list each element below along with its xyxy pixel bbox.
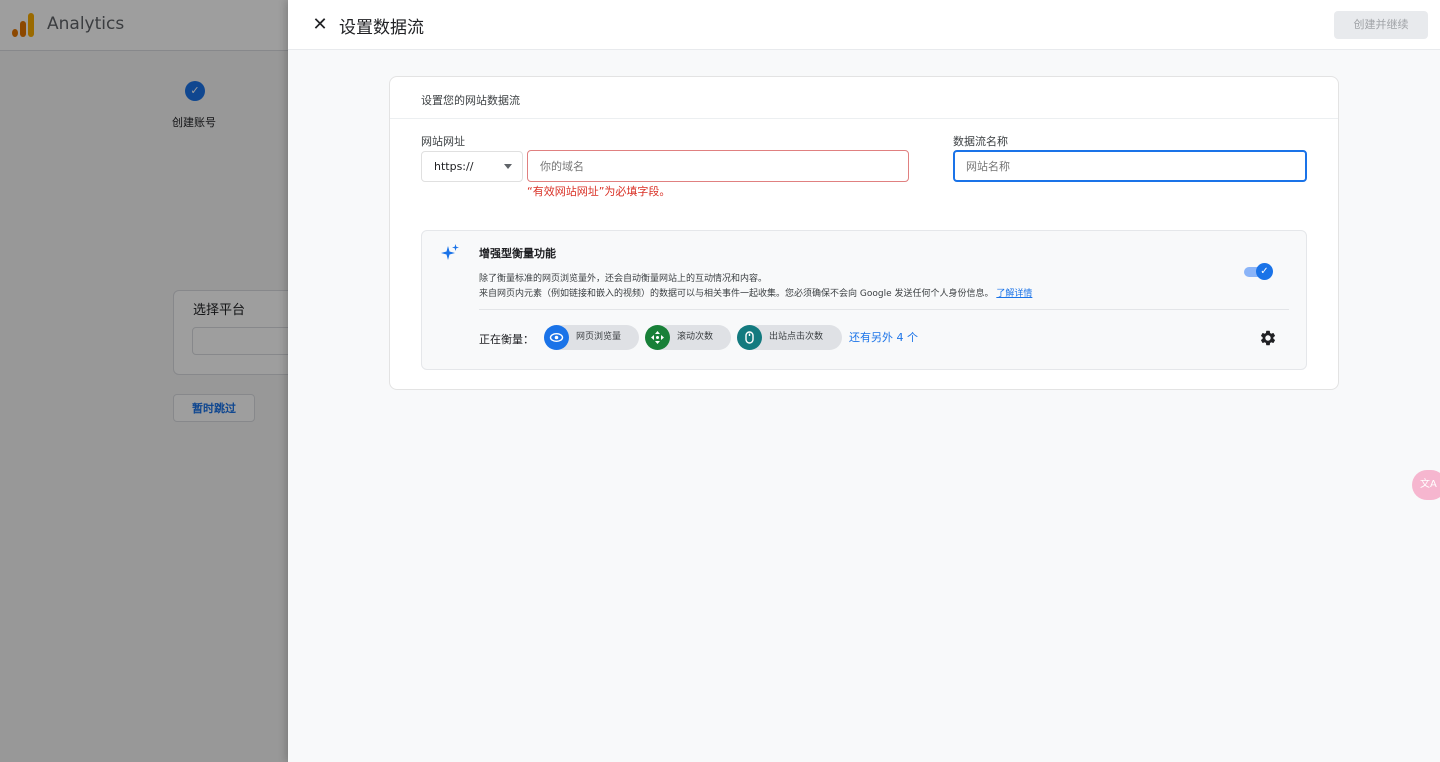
desc-text: 来自网页内元素（例如链接和嵌入的视频）的数据可以与相关事件一起收集。您必须确保不… (479, 289, 994, 299)
gear-icon[interactable] (1259, 329, 1277, 347)
protocol-select[interactable]: https:// (421, 151, 523, 182)
stream-name-input[interactable] (953, 150, 1307, 182)
enhanced-measurement-desc-1: 除了衡量标准的网页浏览量外，还会自动衡量网站上的互动情况和内容。 (479, 274, 768, 284)
divider (479, 309, 1289, 310)
enhanced-measurement-desc-2: 来自网页内元素（例如链接和嵌入的视频）的数据可以与相关事件一起收集。您必须确保不… (479, 286, 1032, 299)
create-and-continue-button[interactable]: 创建并继续 (1334, 11, 1428, 39)
enhanced-measurement-toggle[interactable]: ✓ (1242, 263, 1273, 281)
enhanced-measurement-title: 增强型衡量功能 (479, 247, 556, 260)
stream-name-label: 数据流名称 (953, 135, 1008, 148)
mouse-icon (737, 325, 762, 350)
eye-icon (544, 325, 569, 350)
sparkle-icon (441, 244, 459, 260)
chip-scrolls: 滚动次数 (645, 325, 731, 350)
enhanced-measurement-panel: 增强型衡量功能 除了衡量标准的网页浏览量外，还会自动衡量网站上的互动情况和内容。… (421, 230, 1307, 370)
close-icon[interactable]: ✕ (308, 13, 332, 37)
scroll-icon (645, 325, 670, 350)
learn-more-link[interactable]: 了解详情 (996, 289, 1032, 299)
chip-label: 出站点击次数 (769, 332, 824, 342)
url-label: 网站网址 (421, 135, 465, 148)
chip-page-views: 网页浏览量 (544, 325, 639, 350)
translate-icon[interactable]: 文A (1412, 470, 1440, 500)
url-input[interactable] (527, 150, 909, 182)
setup-stream-drawer: ✕ 设置数据流 创建并继续 设置您的网站数据流 网站网址 https:// “有… (288, 0, 1440, 762)
chip-outbound-clicks: 出站点击次数 (737, 325, 842, 350)
check-icon: ✓ (1256, 263, 1273, 280)
chip-label: 滚动次数 (677, 332, 714, 342)
chip-label: 网页浏览量 (576, 332, 622, 342)
drawer-header: ✕ 设置数据流 创建并继续 (288, 0, 1440, 50)
card-title: 设置您的网站数据流 (421, 94, 520, 107)
chevron-down-icon (504, 164, 512, 169)
drawer-title: 设置数据流 (339, 18, 424, 38)
protocol-value: https:// (434, 160, 474, 173)
more-events-link[interactable]: 还有另外 4 个 (849, 329, 918, 345)
measuring-label: 正在衡量： (479, 333, 534, 346)
url-error-text: “有效网站网址”为必填字段。 (527, 185, 671, 198)
web-stream-card: 设置您的网站数据流 网站网址 https:// “有效网站网址”为必填字段。 数… (389, 76, 1339, 390)
card-header: 设置您的网站数据流 (390, 77, 1338, 119)
